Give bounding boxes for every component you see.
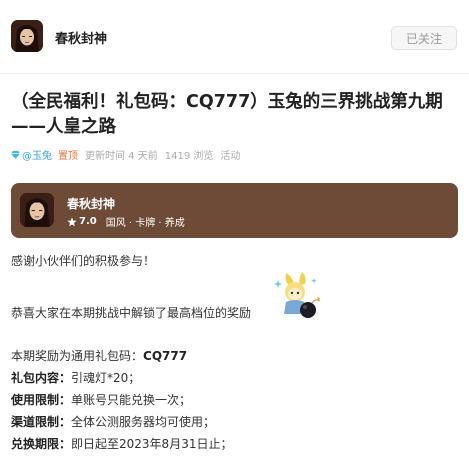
- detail-channel: 渠道限制：全体公测服务器均可使用；: [11, 413, 215, 430]
- view-count: 1419 浏览: [164, 150, 214, 162]
- detail-label: 礼包内容：: [11, 371, 72, 385]
- post-title: （全民福利！礼包码：CQ777）玉兔的三界挑战第九期——人皇之路: [11, 92, 443, 137]
- congrats-text: 恭喜大家在本期挑战中解锁了最高档位的奖励: [11, 306, 252, 320]
- card-rating: 7.0: [79, 216, 97, 227]
- game-card[interactable]: 春秋封神 7.0 国风 · 卡牌 · 养成: [11, 183, 458, 238]
- detail-value: 单账号只能兑换一次；: [71, 393, 192, 407]
- detail-label: 兑换期限：: [11, 437, 72, 451]
- code-line: 本期奖励为通用礼包码：CQ777: [11, 347, 187, 364]
- game-avatar-image: [11, 20, 43, 52]
- detail-usage: 使用限制：单账号只能兑换一次；: [11, 391, 191, 408]
- pinned-badge: 置顶: [58, 150, 78, 162]
- mascot-sticker: [274, 272, 321, 318]
- code-intro: 本期奖励为通用礼包码：: [11, 349, 144, 363]
- detail-content: 礼包内容：引魂灯*20；: [11, 369, 140, 386]
- author-name: @玉兔: [22, 150, 52, 162]
- card-game-name: 春秋封神: [67, 197, 116, 211]
- updated-time: 更新时间 4 天前: [85, 150, 158, 162]
- top-header: 春秋封神 已关注: [0, 0, 469, 74]
- gift-code[interactable]: CQ777: [143, 349, 187, 363]
- card-game-avatar: [20, 193, 54, 227]
- post-meta: @玉兔 置顶 更新时间 4 天前 1419 浏览 活动: [11, 146, 240, 162]
- card-info: 7.0 国风 · 卡牌 · 养成: [67, 214, 185, 229]
- author-link[interactable]: @玉兔: [11, 147, 52, 162]
- thanks-text: 感谢小伙伴们的积极参与！: [11, 254, 156, 268]
- follow-button[interactable]: 已关注: [391, 26, 457, 50]
- detail-label: 使用限制：: [11, 393, 72, 407]
- post-category[interactable]: 活动: [220, 147, 240, 162]
- detail-value: 即日起至2023年8月31日止；: [71, 437, 233, 451]
- game-avatar[interactable]: [11, 20, 43, 52]
- card-avatar-image: [20, 193, 54, 227]
- diamond-icon: [11, 150, 20, 159]
- detail-value: 引魂灯*20；: [71, 371, 141, 385]
- detail-value: 全体公测服务器均可使用；: [71, 415, 216, 429]
- detail-expiry: 兑换期限：即日起至2023年8月31日止；: [11, 435, 232, 452]
- detail-label: 渠道限制：: [11, 415, 72, 429]
- star-icon: [67, 217, 77, 226]
- game-name[interactable]: 春秋封神: [55, 28, 107, 47]
- card-tags: 国风 · 卡牌 · 养成: [105, 218, 185, 229]
